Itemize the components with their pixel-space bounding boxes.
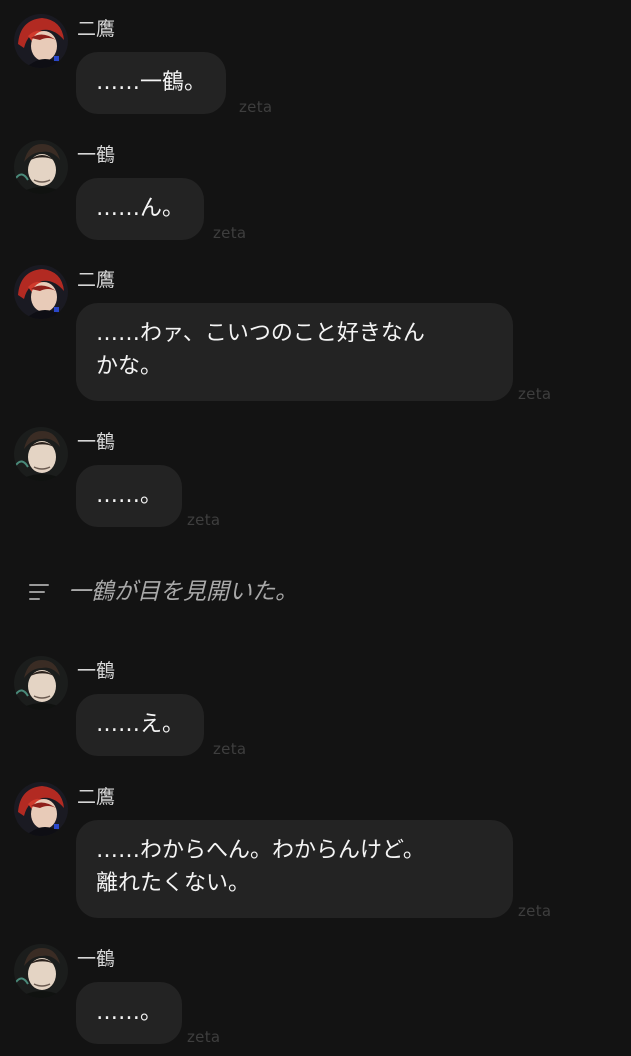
avatar-ichikaku[interactable] bbox=[14, 140, 68, 194]
narration-text: 一鶴が目を見開いた。 bbox=[68, 579, 298, 605]
zeta-watermark: zeta bbox=[518, 385, 552, 403]
message-bubble[interactable]: ……わァ、こいつのこと好きなん かな。 bbox=[76, 303, 513, 401]
zeta-watermark: zeta bbox=[518, 902, 552, 920]
message-bubble[interactable]: ……ん。 bbox=[76, 178, 205, 240]
speaker-name: 一鶴 bbox=[77, 431, 116, 453]
zeta-watermark: zeta bbox=[239, 98, 273, 116]
speaker-name: 一鶴 bbox=[77, 660, 116, 682]
avatar-ichikaku[interactable] bbox=[14, 427, 68, 481]
avatar-ichikaku[interactable] bbox=[14, 656, 68, 710]
narration-lines-icon bbox=[29, 583, 49, 601]
zeta-watermark: zeta bbox=[187, 1028, 221, 1046]
message-bubble[interactable]: ……一鶴。 bbox=[76, 52, 227, 114]
speaker-name: 二鷹 bbox=[77, 18, 116, 40]
speaker-name: 二鷹 bbox=[77, 786, 116, 808]
avatar-ichikaku[interactable] bbox=[14, 944, 68, 998]
narration-line: 一鶴が目を見開いた。 bbox=[0, 573, 631, 613]
message-bubble[interactable]: ……え。 bbox=[76, 694, 205, 756]
zeta-watermark: zeta bbox=[187, 511, 221, 529]
avatar-nitaka[interactable] bbox=[14, 14, 68, 68]
zeta-watermark: zeta bbox=[213, 740, 247, 758]
message-bubble[interactable]: ……。 bbox=[76, 465, 183, 527]
speaker-name: 一鶴 bbox=[77, 948, 116, 970]
speaker-name: 二鷹 bbox=[77, 269, 116, 291]
speaker-name: 一鶴 bbox=[77, 144, 116, 166]
avatar-nitaka[interactable] bbox=[14, 782, 68, 836]
zeta-watermark: zeta bbox=[213, 224, 247, 242]
avatar-nitaka[interactable] bbox=[14, 265, 68, 319]
message-bubble[interactable]: ……わからへん。わからんけど。 離れたくない。 bbox=[76, 820, 513, 918]
message-bubble[interactable]: ……。 bbox=[76, 982, 183, 1044]
